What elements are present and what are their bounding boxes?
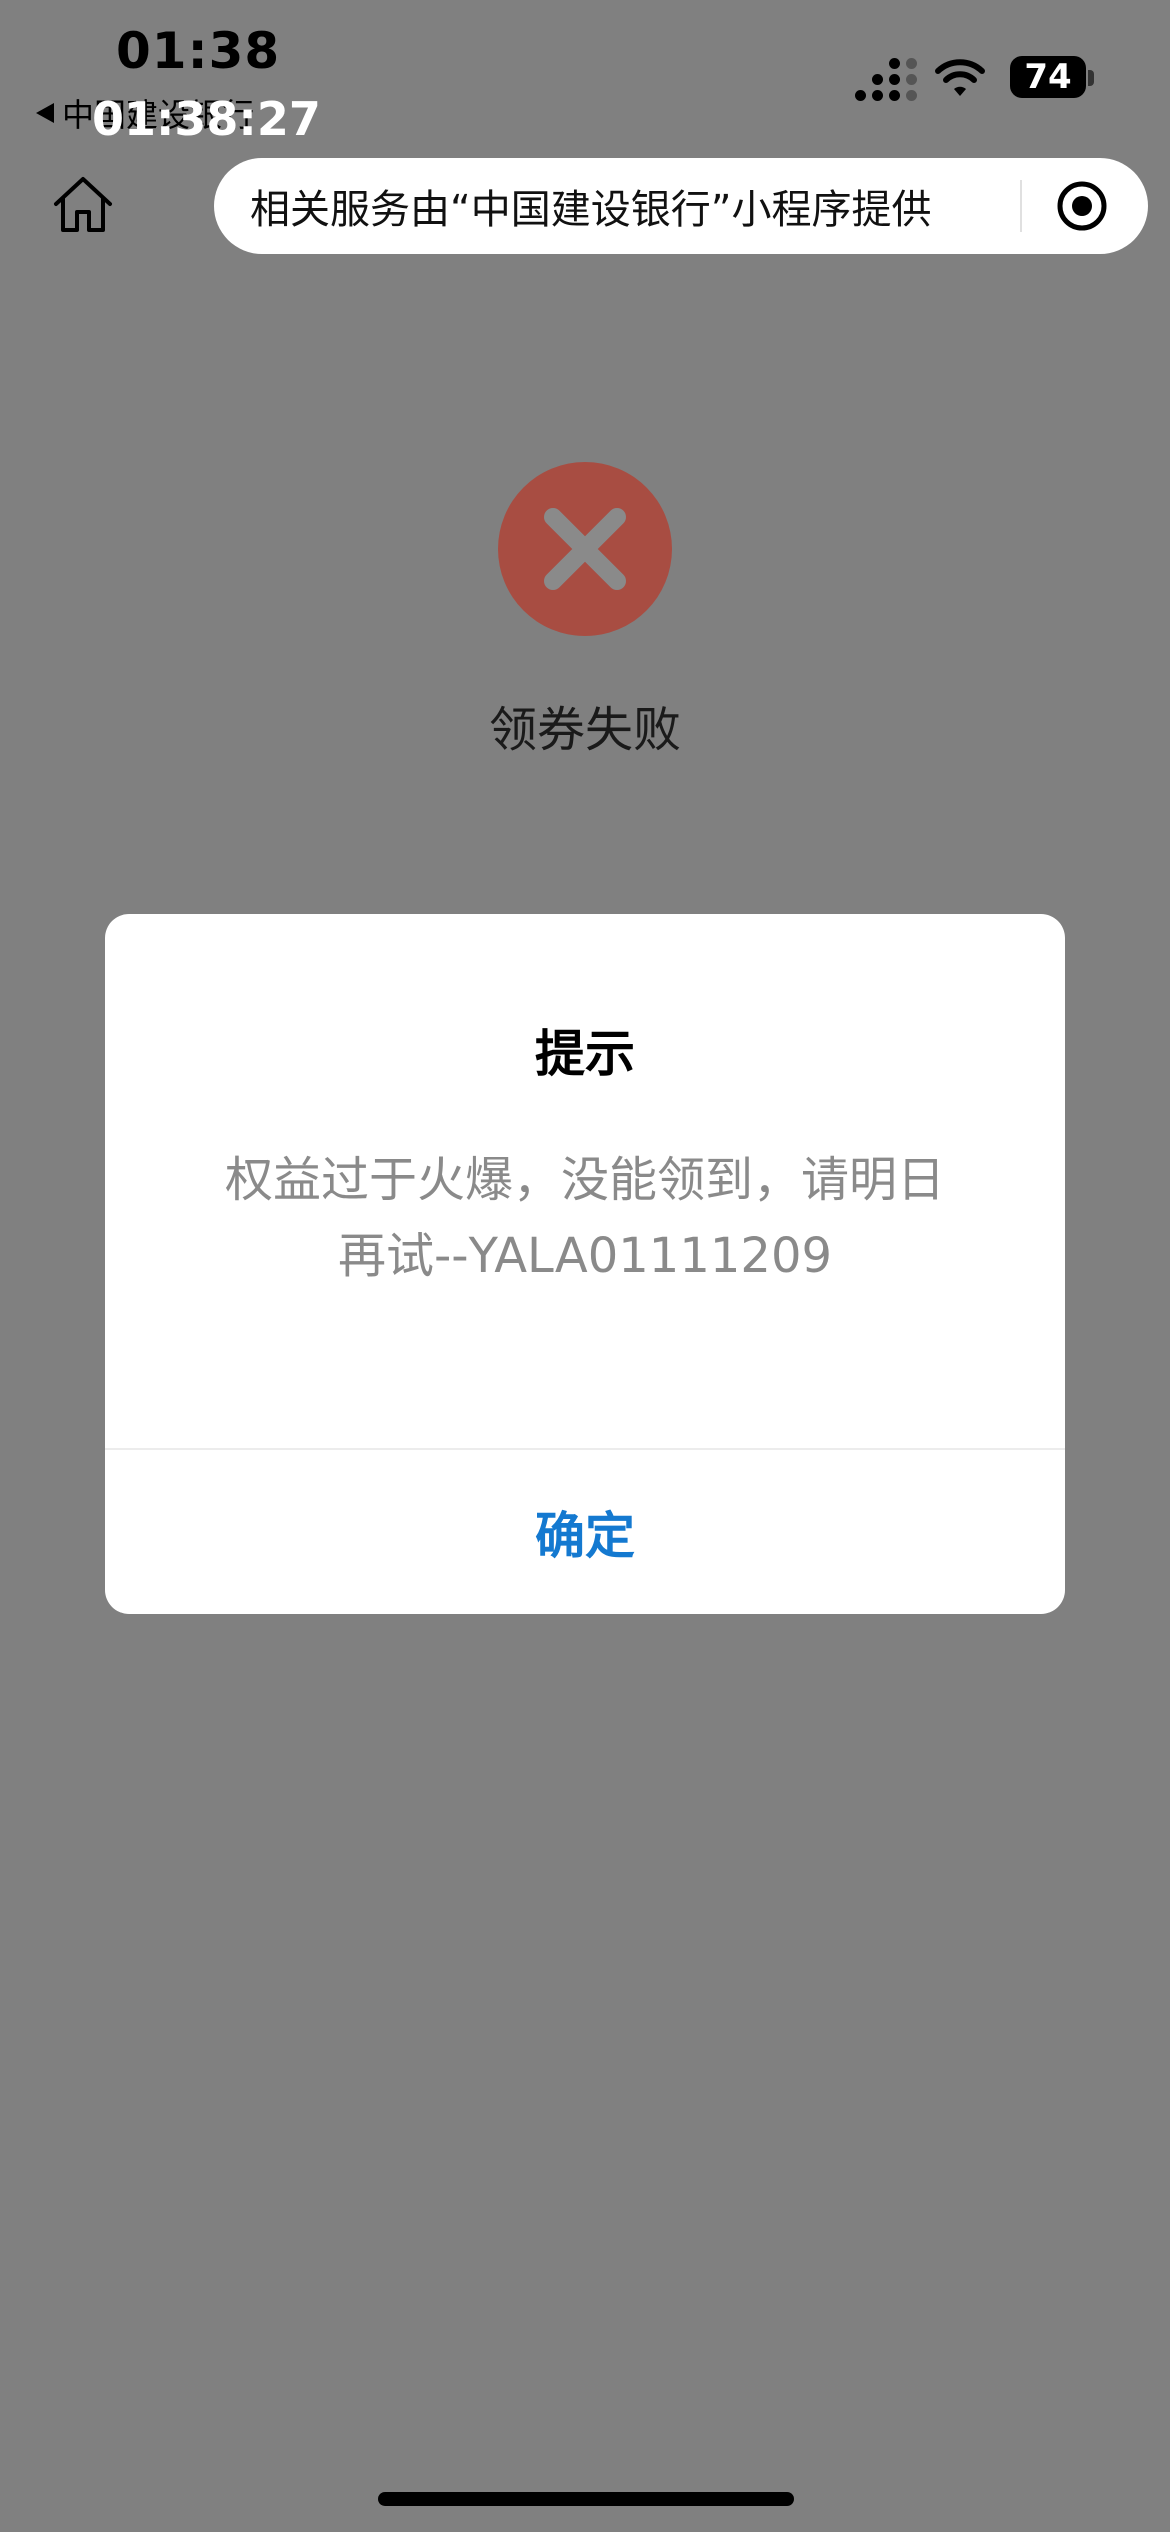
alert-dialog: 提示 权益过于火爆，没能领到，请明日 再试--YALA01111209 确定 xyxy=(105,914,1065,1614)
result-title: 领券失败 xyxy=(488,702,681,758)
dialog-title: 提示 xyxy=(535,1025,635,1083)
target-icon[interactable] xyxy=(1056,180,1108,232)
capsule-divider xyxy=(1020,180,1022,232)
mini-program-capsule[interactable]: 相关服务由“中国建设银行”小程序提供 xyxy=(214,158,1148,254)
back-triangle-icon xyxy=(36,103,54,123)
error-result-icon xyxy=(498,462,672,636)
dialog-message-line2: 再试--YALA01111209 xyxy=(337,1228,833,1284)
battery-tip xyxy=(1088,70,1094,86)
home-indicator[interactable] xyxy=(378,2492,794,2506)
battery-indicator: 74 xyxy=(1010,56,1086,98)
service-provider-text: 相关服务由“中国建设银行”小程序提供 xyxy=(250,187,932,233)
confirm-button[interactable]: 确定 xyxy=(105,1450,1065,1614)
dialog-message: 权益过于火爆，没能领到，请明日 再试--YALA01111209 xyxy=(185,1142,985,1294)
close-icon xyxy=(544,508,626,590)
status-time: 01:38 xyxy=(116,22,281,80)
cellular-signal-icon xyxy=(855,58,917,101)
wifi-icon xyxy=(935,59,985,96)
home-icon[interactable] xyxy=(50,172,116,238)
dialog-message-line1: 权益过于火爆，没能领到，请明日 xyxy=(224,1152,945,1208)
overlay-time: 01:38:27 xyxy=(92,92,321,146)
